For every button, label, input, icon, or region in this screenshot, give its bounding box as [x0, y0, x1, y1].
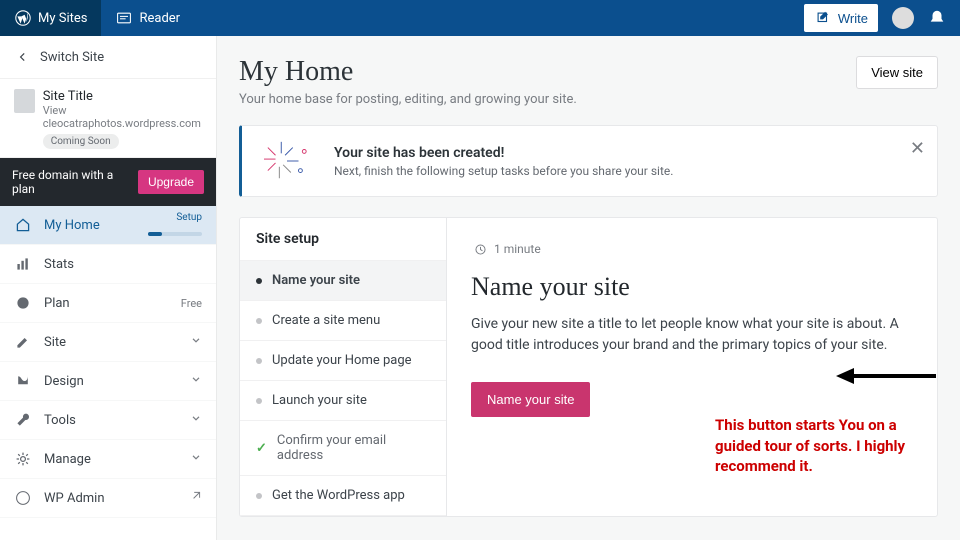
clock-icon	[471, 240, 489, 258]
wordpress-icon	[14, 9, 32, 27]
nav-tools[interactable]: Tools	[0, 401, 216, 440]
gear-icon	[14, 450, 32, 468]
tab-reader-label: Reader	[139, 11, 180, 26]
tab-reader[interactable]: Reader	[101, 0, 194, 36]
steps-list: Site setup Name your site Create a site …	[240, 218, 447, 516]
time-text: 1 minute	[494, 242, 541, 256]
annotation-text: This button starts You on a guided tour …	[715, 415, 915, 476]
created-banner: Your site has been created! Next, finish…	[239, 125, 938, 197]
site-url: View cleocatraphotos.wordpress.com	[43, 104, 202, 130]
bell-icon[interactable]	[928, 9, 946, 27]
setup-label: Setup	[176, 212, 202, 223]
reader-icon	[115, 9, 133, 27]
site-title: Site Title	[43, 89, 202, 104]
sidebar: Switch Site Site Title View cleocatrapho…	[0, 36, 217, 540]
chevron-down-icon	[190, 412, 202, 428]
step-label: Update your Home page	[272, 353, 412, 368]
plan-icon	[14, 294, 32, 312]
promo-bar: Free domain with a plan Upgrade	[0, 158, 216, 206]
nav-label: WP Admin	[44, 491, 178, 506]
tab-mysites-label: My Sites	[38, 11, 87, 26]
bullet-icon	[256, 398, 262, 404]
step-create-menu[interactable]: Create a site menu	[240, 301, 446, 341]
chevron-down-icon	[190, 451, 202, 467]
plan-right: Free	[181, 297, 202, 310]
view-site-button[interactable]: View site	[856, 56, 938, 89]
step-launch[interactable]: Launch your site	[240, 381, 446, 421]
coming-soon-badge: Coming Soon	[43, 134, 119, 149]
upgrade-button[interactable]: Upgrade	[138, 170, 204, 194]
setup-progress	[148, 232, 202, 236]
bullet-icon	[256, 318, 262, 324]
topbar: My Sites Reader Write	[0, 0, 960, 36]
step-get-app[interactable]: Get the WordPress app	[240, 476, 446, 516]
banner-text: Next, finish the following setup tasks b…	[334, 164, 673, 178]
steps-title: Site setup	[240, 218, 446, 261]
write-icon	[814, 9, 832, 27]
site-setup-card: Site setup Name your site Create a site …	[239, 217, 938, 517]
nav-stats[interactable]: Stats	[0, 245, 216, 284]
sidebar-nav: My Home Setup Stats Plan Free Site Desig…	[0, 206, 216, 540]
nav-label: Design	[44, 374, 178, 389]
page-header: My Home Your home base for posting, edit…	[239, 56, 938, 107]
bullet-icon	[256, 493, 262, 499]
detail-heading: Name your site	[471, 272, 913, 302]
nav-label: Tools	[44, 413, 178, 428]
nav-label: Site	[44, 335, 178, 350]
fireworks-icon	[258, 138, 316, 184]
detail-body: Give your new site a title to let people…	[471, 314, 913, 356]
step-label: Get the WordPress app	[272, 488, 405, 503]
write-label: Write	[838, 11, 868, 26]
nav-wpadmin[interactable]: WP Admin	[0, 479, 216, 518]
name-site-button[interactable]: Name your site	[471, 382, 590, 417]
step-confirm-email[interactable]: ✓ Confirm your email address	[240, 421, 446, 476]
step-label: Launch your site	[272, 393, 367, 408]
tab-mysites[interactable]: My Sites	[0, 0, 101, 36]
nav-design[interactable]: Design	[0, 362, 216, 401]
chevron-down-icon	[190, 334, 202, 350]
step-label: Name your site	[272, 273, 360, 288]
promo-text: Free domain with a plan	[12, 168, 138, 196]
wordpress-icon	[14, 489, 32, 507]
nav-label: Manage	[44, 452, 178, 467]
step-name-site[interactable]: Name your site	[240, 261, 446, 301]
main: My Home Your home base for posting, edit…	[217, 36, 960, 540]
design-icon	[14, 372, 32, 390]
chevron-left-icon	[14, 48, 32, 66]
bullet-icon	[256, 278, 262, 284]
stats-icon	[14, 255, 32, 273]
nav-my-home[interactable]: My Home Setup	[0, 206, 216, 245]
step-label: Confirm your email address	[277, 433, 430, 463]
wrench-icon	[14, 411, 32, 429]
home-icon	[14, 216, 32, 234]
switch-site[interactable]: Switch Site	[0, 36, 216, 79]
site-thumbnail	[14, 89, 35, 113]
step-update-home[interactable]: Update your Home page	[240, 341, 446, 381]
switch-site-label: Switch Site	[40, 50, 104, 65]
time-estimate: 1 minute	[471, 240, 913, 258]
nav-label: Plan	[44, 296, 169, 311]
avatar[interactable]	[892, 7, 914, 29]
step-label: Create a site menu	[272, 313, 380, 328]
nav-site[interactable]: Site	[0, 323, 216, 362]
close-icon[interactable]: ✕	[910, 138, 925, 159]
page-title: My Home	[239, 56, 577, 88]
external-icon	[190, 490, 202, 506]
site-block[interactable]: Site Title View cleocatraphotos.wordpres…	[0, 79, 216, 158]
nav-label: Stats	[44, 257, 202, 272]
pencil-icon	[14, 333, 32, 351]
nav-plan[interactable]: Plan Free	[0, 284, 216, 323]
chevron-down-icon	[190, 373, 202, 389]
nav-manage[interactable]: Manage	[0, 440, 216, 479]
bullet-icon	[256, 358, 262, 364]
page-subtitle: Your home base for posting, editing, and…	[239, 92, 577, 107]
check-icon: ✓	[256, 441, 267, 456]
write-button[interactable]: Write	[804, 4, 878, 32]
annotation-arrow	[836, 364, 936, 388]
banner-title: Your site has been created!	[334, 145, 673, 161]
